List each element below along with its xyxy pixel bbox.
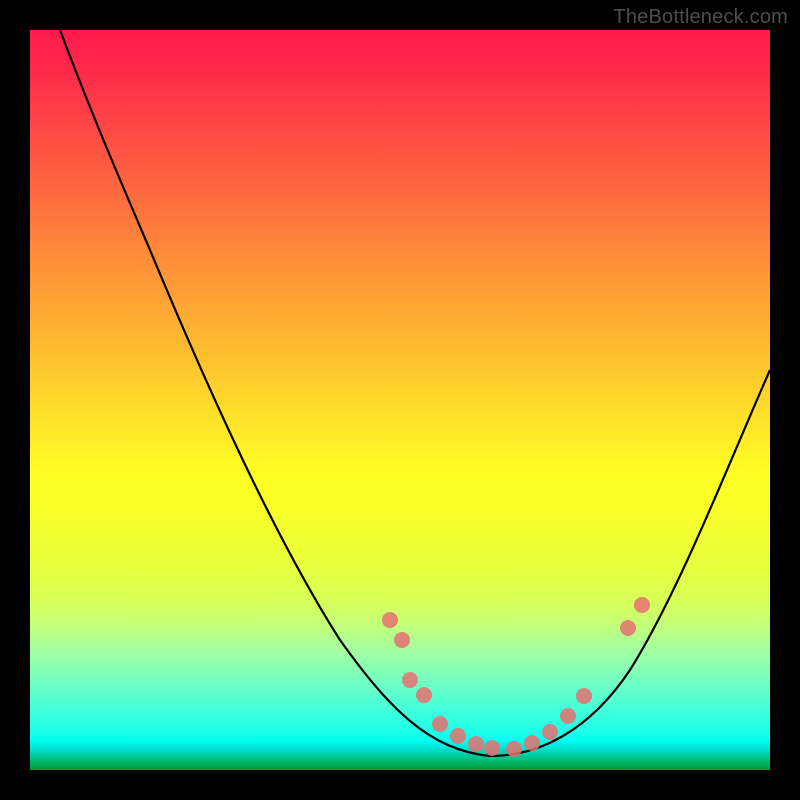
bottleneck-curve	[60, 30, 770, 756]
data-point	[620, 620, 636, 636]
data-point	[468, 736, 484, 752]
data-point	[432, 716, 448, 732]
data-point	[450, 728, 466, 744]
data-point	[506, 741, 522, 757]
data-points	[382, 597, 650, 757]
data-point	[402, 672, 418, 688]
data-point	[542, 724, 558, 740]
data-point	[394, 632, 410, 648]
data-point	[382, 612, 398, 628]
data-point	[484, 740, 500, 756]
data-point	[634, 597, 650, 613]
chart-frame: TheBottleneck.com	[0, 0, 800, 800]
data-point	[560, 708, 576, 724]
watermark-label: TheBottleneck.com	[613, 6, 788, 29]
data-point	[416, 687, 432, 703]
curve-layer	[30, 30, 770, 770]
data-point	[576, 688, 592, 704]
data-point	[524, 735, 540, 751]
plot-area	[30, 30, 770, 770]
